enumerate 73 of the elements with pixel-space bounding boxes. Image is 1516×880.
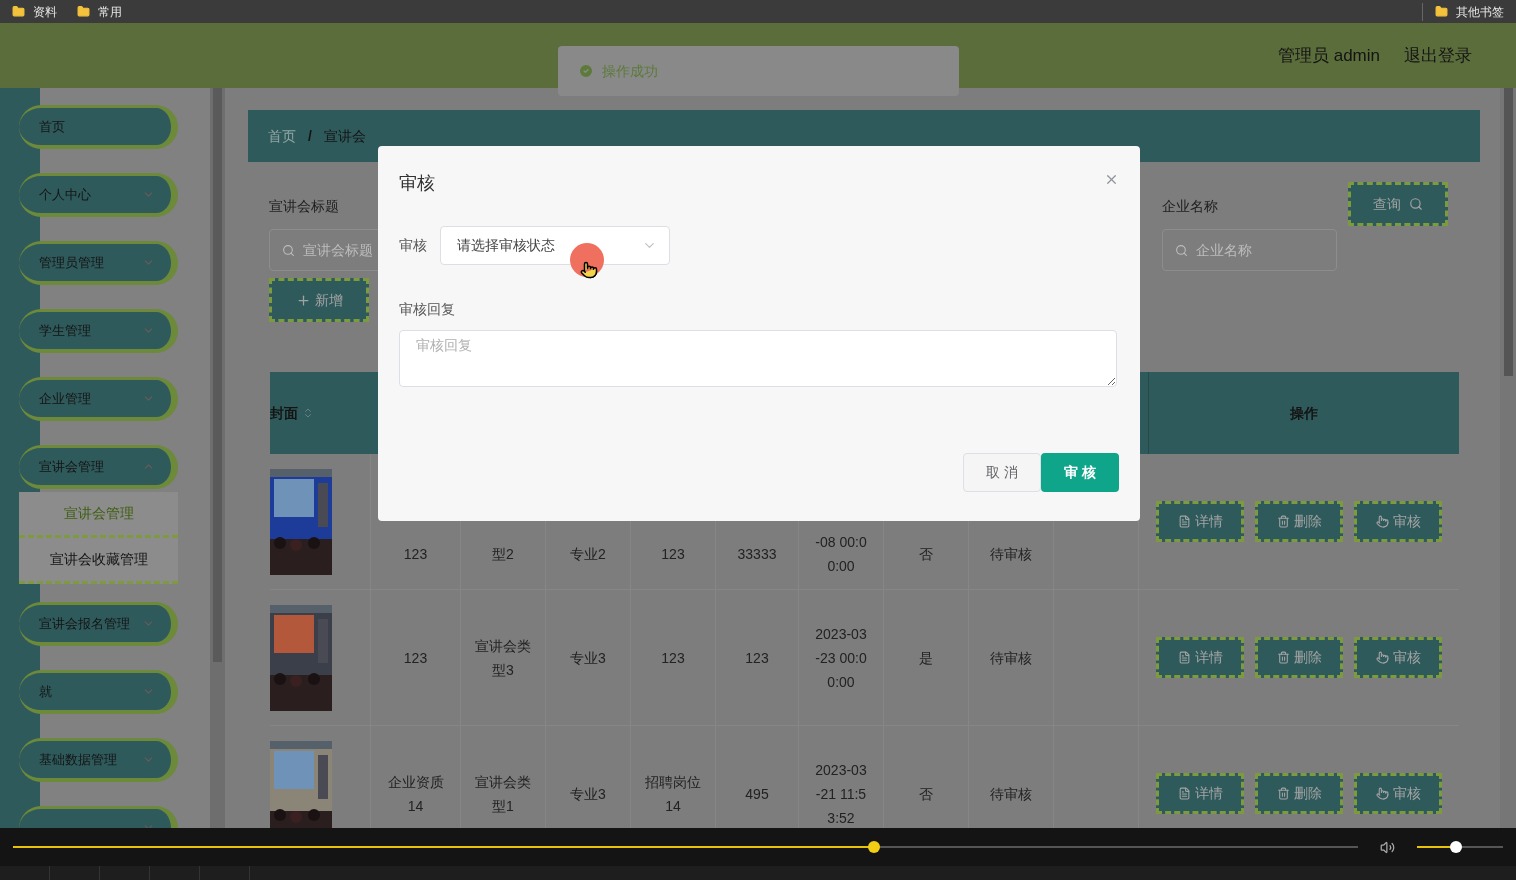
admin-label: 管理员 admin	[1277, 44, 1380, 67]
details-button[interactable]: 详情	[1156, 773, 1244, 814]
delete-button[interactable]: 删除	[1255, 773, 1343, 814]
query-button[interactable]: 查询	[1348, 182, 1448, 226]
volume-icon[interactable]	[1380, 839, 1395, 855]
bookmark-link[interactable]: 常用	[98, 2, 122, 21]
hand-icon	[1375, 651, 1389, 664]
volume-thumb[interactable]	[1449, 841, 1462, 853]
document-icon	[1177, 651, 1191, 664]
search-icon	[1175, 243, 1188, 257]
sidebar-menu-item[interactable]: 管理员管理	[19, 241, 178, 285]
field-label: 企业名称	[1162, 197, 1219, 216]
status-select[interactable]: 请选择审核状态	[440, 226, 670, 265]
submenu-item[interactable]: 宣讲会管理	[19, 492, 178, 538]
folder-icon	[77, 5, 90, 18]
sidebar-menu-item[interactable]: 宣讲会管理	[19, 445, 178, 489]
folder-icon	[12, 5, 25, 18]
delete-button[interactable]: 删除	[1255, 637, 1343, 678]
table-cell: 2023-03 -23 00:0 0:00	[798, 590, 883, 725]
details-button[interactable]: 详情	[1156, 637, 1244, 678]
review-button[interactable]: 审核	[1354, 501, 1442, 542]
hand-icon	[1375, 515, 1389, 528]
breadcrumb-separator: /	[308, 126, 312, 146]
table-cell: 123	[370, 590, 460, 725]
confirm-button[interactable]: 审 核	[1041, 453, 1119, 492]
sidebar-menu-item[interactable]: 宣讲会报名管理	[19, 602, 178, 646]
logout-link[interactable]: 退出登录	[1404, 42, 1472, 69]
plus-icon	[295, 292, 311, 308]
add-button[interactable]: 新增	[269, 278, 369, 322]
field-label: 审核回复	[399, 300, 456, 319]
table-cell: 宣讲会类型3	[460, 590, 545, 725]
trash-icon	[1276, 787, 1290, 800]
document-icon	[1177, 787, 1191, 800]
progress-thumb[interactable]	[867, 841, 880, 853]
column-header: 操作	[1290, 403, 1318, 423]
field-label: 审核	[399, 236, 427, 255]
sort-icon	[302, 407, 314, 419]
search-icon	[1409, 197, 1423, 211]
breadcrumb-current: 宣讲会	[323, 126, 366, 146]
search-icon	[282, 243, 295, 257]
column-header: 封面	[270, 403, 298, 423]
cancel-button[interactable]: 取 消	[963, 453, 1041, 492]
document-icon	[1177, 515, 1191, 528]
trash-icon	[1276, 515, 1290, 528]
table-cell: 123	[715, 590, 798, 725]
sidebar-menu-item[interactable]: 个人中心	[19, 173, 178, 217]
sidebar-menu-item[interactable]: 企业管理	[19, 377, 178, 421]
review-button[interactable]: 审核	[1354, 773, 1442, 814]
table-cell: 专业3	[545, 590, 630, 725]
review-button[interactable]: 审核	[1354, 637, 1442, 678]
hand-icon	[1375, 787, 1389, 800]
table-cell: 123	[630, 590, 715, 725]
sidebar-menu-item[interactable]: 首页	[19, 105, 178, 149]
reply-textarea[interactable]: 审核回复	[399, 330, 1117, 387]
table-cell: 是	[883, 590, 968, 725]
submenu-item[interactable]: 宣讲会收藏管理	[19, 538, 178, 584]
sidebar-menu-item[interactable]: 就	[19, 670, 178, 714]
search-field[interactable]: 企业名称	[1162, 229, 1337, 271]
folder-icon	[1435, 5, 1448, 18]
table-cell: 待审核	[968, 590, 1053, 725]
field-label: 宣讲会标题	[269, 197, 340, 216]
bookmark-link[interactable]: 其他书签	[1456, 2, 1504, 21]
trash-icon	[1276, 651, 1290, 664]
check-icon	[578, 63, 594, 79]
toast-message: 操作成功	[602, 61, 658, 81]
sidebar-menu-item[interactable]: 基础数据管理	[19, 738, 178, 782]
details-button[interactable]: 详情	[1156, 501, 1244, 542]
dialog-title: 审核	[399, 172, 435, 195]
bookmark-link[interactable]: 资料	[33, 2, 57, 21]
close-icon[interactable]	[1104, 172, 1119, 187]
breadcrumb-link[interactable]: 首页	[268, 125, 296, 147]
sidebar-menu-item[interactable]: 学生管理	[19, 309, 178, 353]
delete-button[interactable]: 删除	[1255, 501, 1343, 542]
